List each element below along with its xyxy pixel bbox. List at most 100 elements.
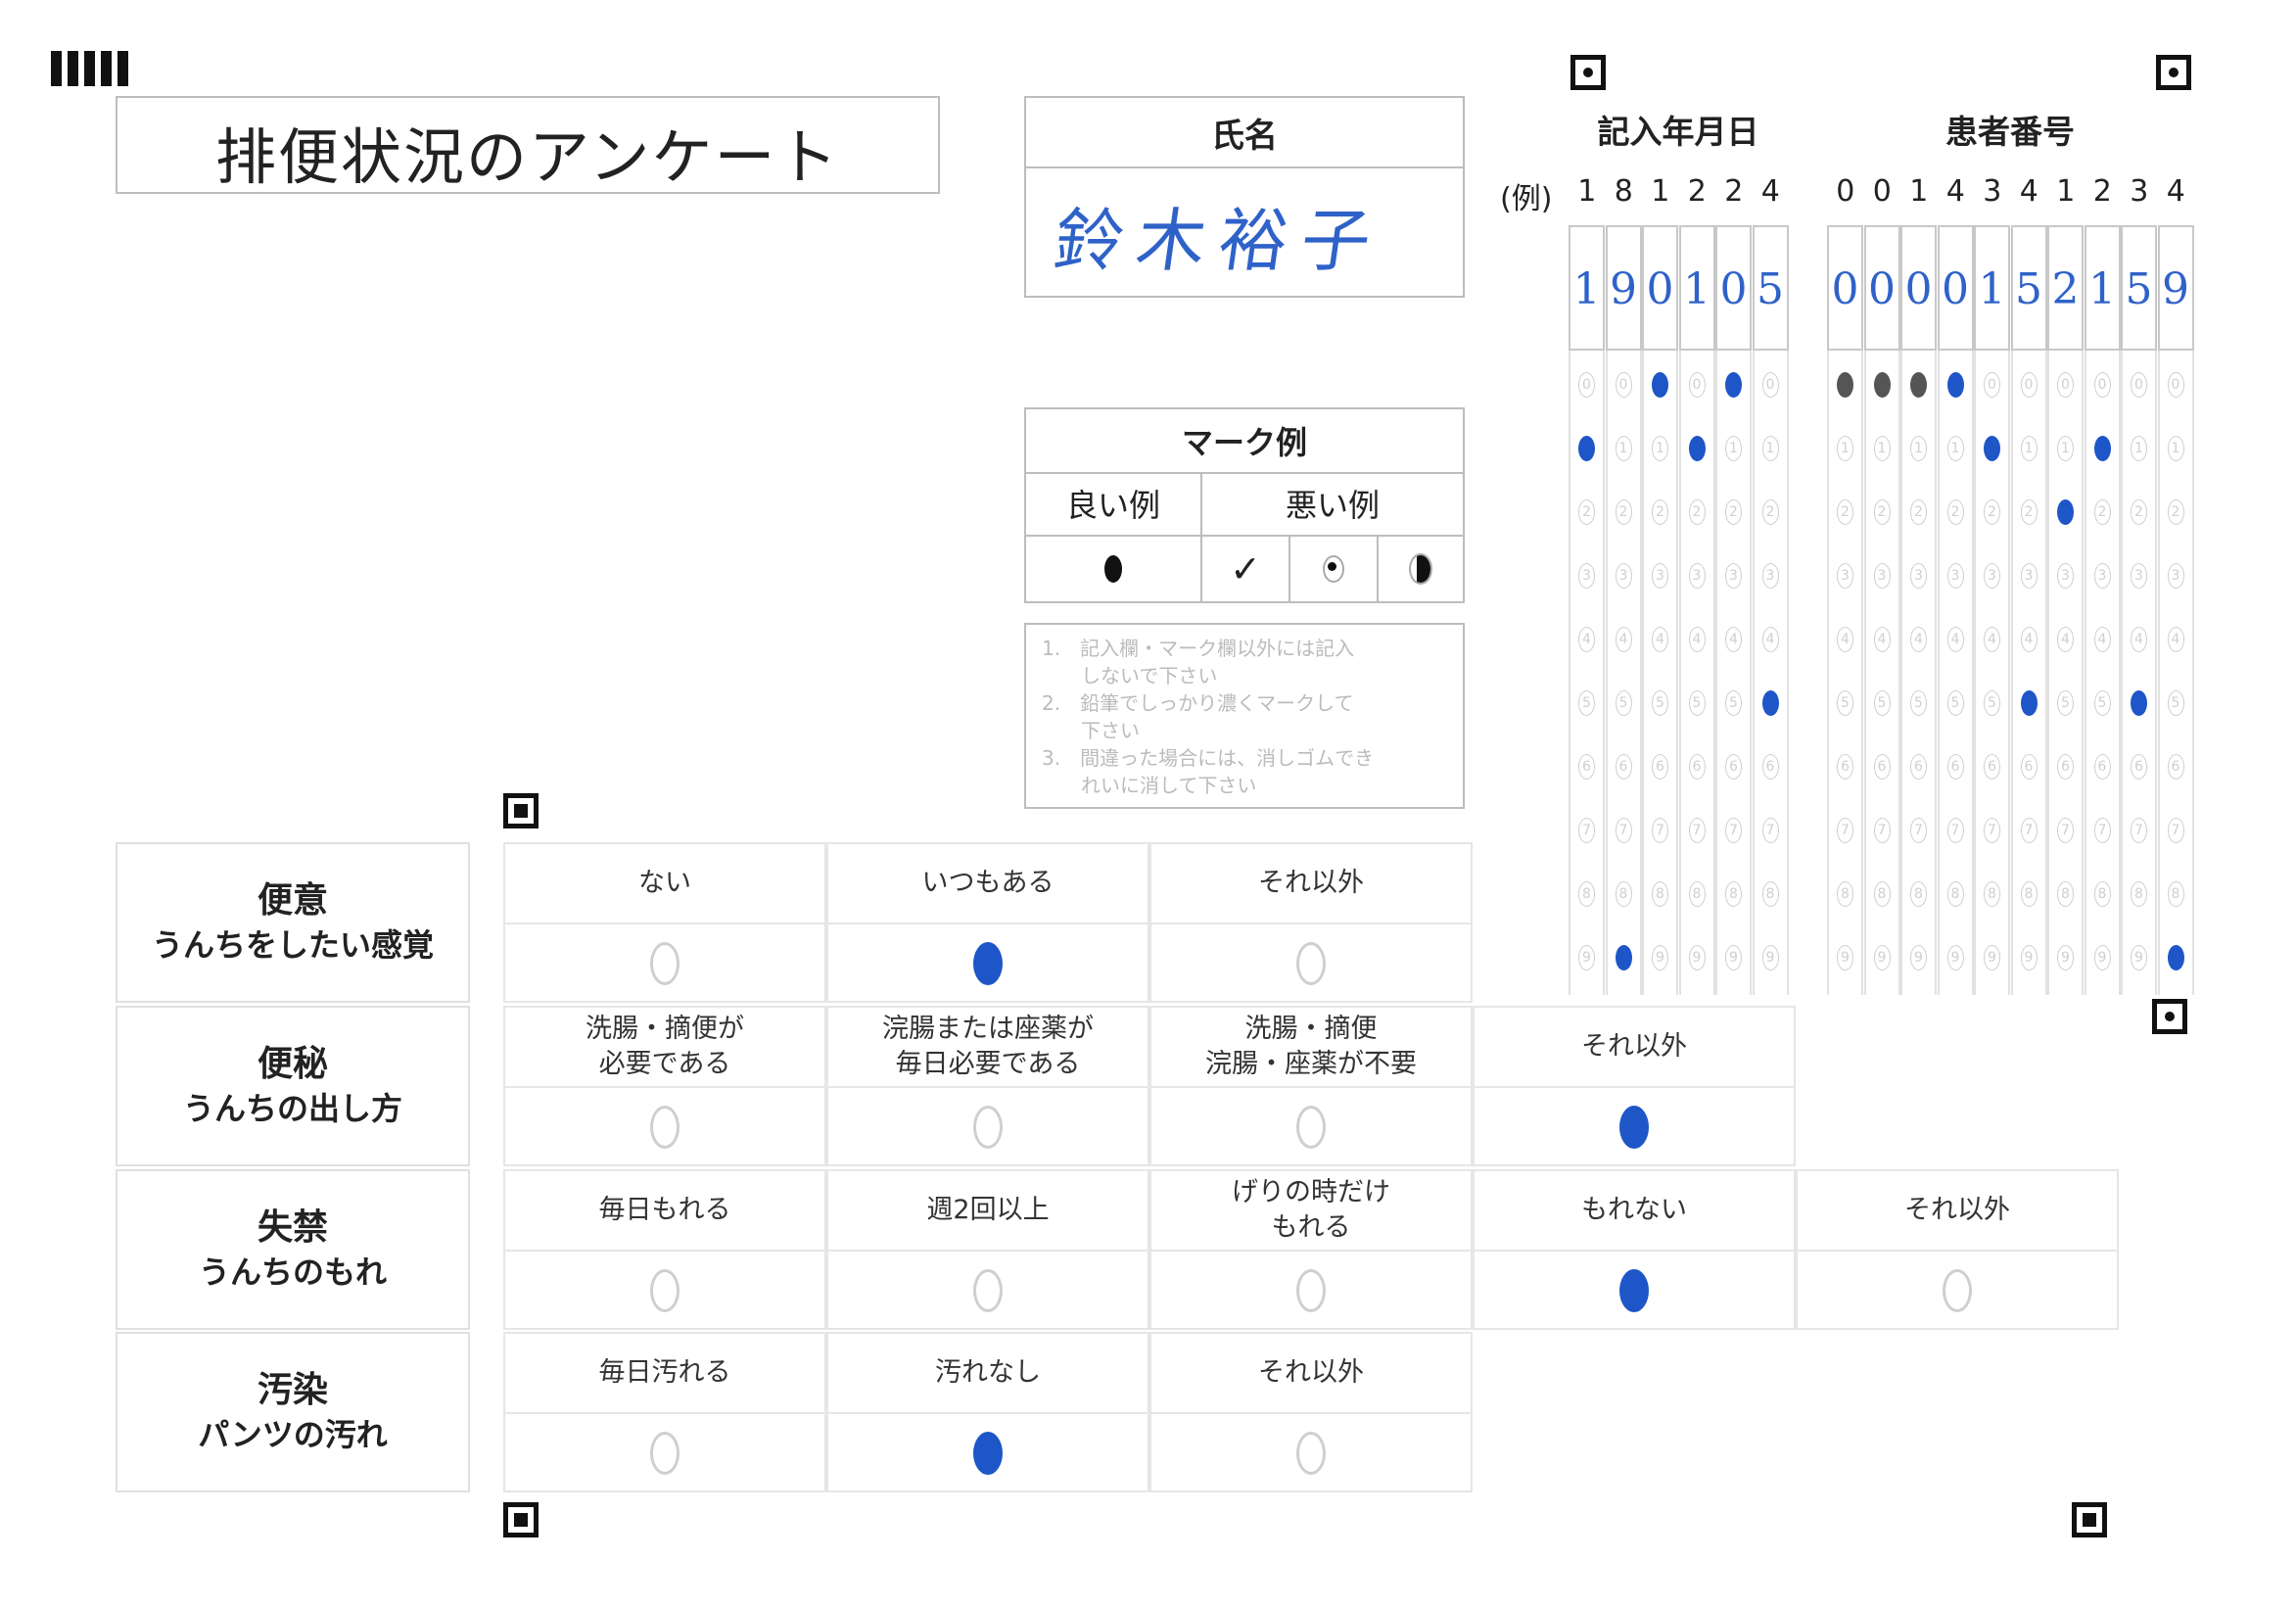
date-digit-bubble[interactable]: 7	[1688, 818, 1706, 843]
name-handwritten[interactable]: 鈴木裕子	[1049, 186, 1391, 285]
patient-digit-bubble[interactable]: 5	[2167, 690, 2184, 716]
patient-digit-bubble[interactable]: 9	[2131, 945, 2147, 970]
patient-digit-bubble[interactable]: 3	[1873, 563, 1891, 589]
patient-digit-bubble[interactable]: 3	[1910, 563, 1927, 589]
patient-digit-bubble[interactable]: 0	[2131, 372, 2147, 398]
patient-digit-bubble[interactable]: 1	[2167, 436, 2184, 461]
patient-digit-bubble[interactable]: 9	[1837, 945, 1853, 970]
patient-digit-bubble[interactable]: 1	[1873, 436, 1891, 461]
date-digit-bubble[interactable]: 2	[1688, 499, 1706, 525]
patient-digit-bubble[interactable]: 1	[1837, 436, 1853, 461]
patient-digit-bubble[interactable]: 9	[1910, 945, 1927, 970]
patient-digit-bubble[interactable]: 7	[2093, 818, 2111, 843]
date-digit-bubble[interactable]: 0	[1761, 372, 1779, 398]
patient-digit-bubble[interactable]: 6	[2093, 754, 2111, 780]
patient-digit-bubble[interactable]: 0	[2057, 372, 2074, 398]
patient-digit-bubble[interactable]: 5	[1946, 690, 1964, 716]
date-digit-bubble[interactable]: 0	[1688, 372, 1706, 398]
patient-digit-bubble[interactable]: 8	[2167, 881, 2184, 907]
patient-digit-bubble[interactable]: 9	[2057, 945, 2074, 970]
patient-digit-bubble[interactable]: 5	[2057, 690, 2074, 716]
answer-mark-bubble[interactable]	[1296, 1106, 1326, 1149]
answer-mark-bubble[interactable]	[650, 1269, 679, 1312]
answer-mark-bubble[interactable]	[650, 1432, 679, 1475]
patient-digit-bubble[interactable]: 6	[1837, 754, 1853, 780]
date-digit-bubble[interactable]: 1	[1652, 436, 1668, 461]
patient-digit-bubble[interactable]: 5	[2020, 690, 2038, 716]
patient-digit-bubble[interactable]: 8	[1946, 881, 1964, 907]
patient-digit-bubble[interactable]: 8	[1910, 881, 1927, 907]
patient-digit-bubble[interactable]: 4	[2057, 627, 2074, 652]
date-digit-bubble[interactable]: 9	[1578, 945, 1595, 970]
patient-digit-bubble[interactable]: 9	[1946, 945, 1964, 970]
patient-digit-bubble[interactable]: 7	[1873, 818, 1891, 843]
patient-digit-bubble[interactable]: 9	[2020, 945, 2038, 970]
answer-mark-bubble[interactable]	[1619, 1106, 1649, 1149]
date-digit-bubble[interactable]: 4	[1578, 627, 1595, 652]
date-digit-bubble[interactable]: 2	[1578, 499, 1595, 525]
date-digit-bubble[interactable]: 5	[1652, 690, 1668, 716]
patient-digit-bubble[interactable]: 9	[1873, 945, 1891, 970]
date-digit-bubble[interactable]: 8	[1761, 881, 1779, 907]
patient-digit-bubble[interactable]: 6	[1946, 754, 1964, 780]
patient-digit-bubble[interactable]: 6	[2020, 754, 2038, 780]
patient-digit-bubble[interactable]: 2	[2093, 499, 2111, 525]
patient-digit-bubble[interactable]: 4	[1946, 627, 1964, 652]
date-digit-bubble[interactable]: 0	[1578, 372, 1595, 398]
patient-digit-bubble[interactable]: 4	[2093, 627, 2111, 652]
patient-digit-bubble[interactable]: 3	[1946, 563, 1964, 589]
date-digit-bubble[interactable]: 4	[1761, 627, 1779, 652]
date-digit-bubble[interactable]: 4	[1652, 627, 1668, 652]
date-digit-bubble[interactable]: 4	[1725, 627, 1742, 652]
date-digit-bubble[interactable]: 7	[1761, 818, 1779, 843]
patient-digit-bubble[interactable]: 8	[1984, 881, 2000, 907]
patient-digit-bubble[interactable]: 4	[2020, 627, 2038, 652]
patient-digit-bubble[interactable]: 5	[1873, 690, 1891, 716]
patient-digit-bubble[interactable]: 6	[2057, 754, 2074, 780]
date-digit-bubble[interactable]: 2	[1761, 499, 1779, 525]
patient-digit-bubble[interactable]: 2	[2020, 499, 2038, 525]
date-digit-bubble[interactable]: 6	[1688, 754, 1706, 780]
patient-digit-bubble[interactable]: 0	[2167, 372, 2184, 398]
patient-digit-bubble[interactable]: 4	[1910, 627, 1927, 652]
patient-digit-bubble[interactable]: 1	[2093, 436, 2111, 461]
date-digit-bubble[interactable]: 4	[1688, 627, 1706, 652]
date-digit-bubble[interactable]: 0	[1652, 372, 1668, 398]
answer-mark-bubble[interactable]	[973, 1106, 1003, 1149]
patient-digit-bubble[interactable]: 2	[2057, 499, 2074, 525]
patient-digit-bubble[interactable]: 5	[2131, 690, 2147, 716]
date-digit-bubble[interactable]: 3	[1688, 563, 1706, 589]
patient-digit-bubble[interactable]: 3	[2167, 563, 2184, 589]
patient-digit-bubble[interactable]: 6	[1910, 754, 1927, 780]
patient-digit-bubble[interactable]: 3	[2020, 563, 2038, 589]
answer-mark-bubble[interactable]	[650, 1106, 679, 1149]
date-digit-bubble[interactable]: 1	[1578, 436, 1595, 461]
date-digit-bubble[interactable]: 9	[1725, 945, 1742, 970]
patient-digit-bubble[interactable]: 0	[1910, 372, 1927, 398]
answer-mark-bubble[interactable]	[1943, 1269, 1972, 1312]
patient-digit-bubble[interactable]: 3	[2131, 563, 2147, 589]
date-digit-bubble[interactable]: 1	[1761, 436, 1779, 461]
patient-digit-bubble[interactable]: 4	[2131, 627, 2147, 652]
patient-digit-bubble[interactable]: 2	[1873, 499, 1891, 525]
date-digit-bubble[interactable]: 5	[1615, 690, 1632, 716]
patient-digit-bubble[interactable]: 2	[2131, 499, 2147, 525]
date-digit-bubble[interactable]: 6	[1578, 754, 1595, 780]
date-digit-bubble[interactable]: 6	[1615, 754, 1632, 780]
patient-digit-bubble[interactable]: 5	[2093, 690, 2111, 716]
date-digit-bubble[interactable]: 7	[1578, 818, 1595, 843]
date-digit-bubble[interactable]: 3	[1652, 563, 1668, 589]
patient-digit-bubble[interactable]: 1	[1984, 436, 2000, 461]
date-digit-bubble[interactable]: 3	[1578, 563, 1595, 589]
answer-mark-bubble[interactable]	[1296, 1432, 1326, 1475]
date-digit-bubble[interactable]: 8	[1615, 881, 1632, 907]
patient-digit-bubble[interactable]: 7	[1910, 818, 1927, 843]
patient-digit-bubble[interactable]: 7	[2020, 818, 2038, 843]
patient-digit-bubble[interactable]: 0	[1946, 372, 1964, 398]
patient-digit-bubble[interactable]: 1	[2057, 436, 2074, 461]
patient-digit-bubble[interactable]: 6	[2167, 754, 2184, 780]
patient-digit-bubble[interactable]: 3	[2057, 563, 2074, 589]
answer-mark-bubble[interactable]	[1296, 942, 1326, 985]
patient-digit-bubble[interactable]: 7	[2131, 818, 2147, 843]
patient-digit-bubble[interactable]: 9	[1984, 945, 2000, 970]
